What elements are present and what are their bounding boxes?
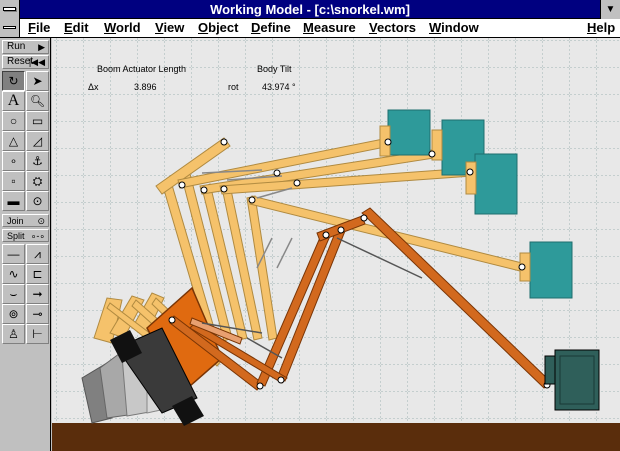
actuator-meter-title[interactable]: Boom Actuator Length: [97, 64, 186, 74]
text-tool[interactable]: A: [2, 91, 25, 111]
actuator-tool[interactable]: ⊏: [26, 264, 49, 284]
ground: [52, 423, 620, 451]
pointer-tool[interactable]: ➤: [26, 71, 49, 91]
circle-tool[interactable]: ○: [2, 111, 25, 131]
menu-define[interactable]: Define: [251, 19, 291, 37]
actuator-icon: ⊏: [32, 267, 43, 281]
anchor-icon: ⚓︎: [32, 154, 43, 168]
menu-view[interactable]: View: [155, 19, 184, 37]
menu-vectors[interactable]: Vectors: [369, 19, 416, 37]
run-button[interactable]: Run ▶: [2, 40, 49, 54]
down-arrow-icon: ▼: [605, 4, 616, 15]
motor-icon: ⊚: [8, 307, 19, 321]
menu-help[interactable]: Help: [587, 19, 615, 37]
force-tool[interactable]: ➞: [26, 284, 49, 304]
join-icon: ⊙: [37, 216, 45, 226]
tilt-meter-value: 43.974 °: [262, 82, 296, 92]
actuator-meter-axis: Δx: [88, 82, 99, 92]
menu-window[interactable]: Window: [429, 19, 479, 37]
menu-edit[interactable]: Edit: [64, 19, 89, 37]
point-tool[interactable]: ∘: [2, 151, 25, 171]
curved-body-tool[interactable]: ◿: [26, 131, 49, 151]
square-point-tool[interactable]: ▫: [2, 171, 25, 191]
rectangle-icon: ▭: [31, 114, 44, 128]
force-arrow-icon: ➞: [32, 287, 43, 301]
gear-anchor-tool[interactable]: ⛭: [26, 171, 49, 191]
point-icon: ∘: [9, 154, 18, 168]
rewind-icon: |◀◀: [28, 57, 45, 67]
curved-slot-tool-icon: ⌣: [9, 287, 18, 301]
system-menu-icon: [3, 7, 16, 11]
torque-tool[interactable]: ⊸: [26, 304, 49, 324]
curved-slot-icon: ◿: [32, 134, 43, 148]
person-tool[interactable]: ♙: [2, 324, 25, 344]
window-title: Working Model - [c:\snorkel.wm]: [210, 2, 410, 17]
damper-tool[interactable]: ∿: [2, 264, 25, 284]
title-bar: Working Model - [c:\snorkel.wm] ▼: [0, 0, 620, 19]
spring-tool[interactable]: ⩘: [26, 244, 49, 264]
spring-icon: ⩘: [34, 247, 41, 261]
polygon-icon: △: [8, 134, 19, 148]
text-tool-icon: A: [7, 92, 20, 109]
simulation-canvas[interactable]: Boom Actuator Length Δx 3.896 Body Tilt …: [52, 38, 620, 451]
simulation-workspace[interactable]: Boom Actuator Length Δx 3.896 Body Tilt …: [52, 38, 620, 451]
person-icon: ♙: [8, 327, 19, 341]
square-point-icon: ▫: [11, 174, 16, 188]
rod-tool[interactable]: —: [2, 244, 25, 264]
rope-tool[interactable]: ▬: [2, 191, 25, 211]
separator-icon: ⊢: [32, 327, 43, 341]
run-label: Run: [7, 41, 26, 52]
document-menu-icon: [3, 26, 16, 29]
rectangle-tool[interactable]: ▭: [26, 111, 49, 131]
reset-button[interactable]: Reset |◀◀: [2, 55, 49, 69]
actuator-meter-value: 3.896: [134, 82, 157, 92]
menu-measure[interactable]: Measure: [303, 19, 356, 37]
menu-world[interactable]: World: [104, 19, 141, 37]
slot-tool[interactable]: ⌣: [2, 284, 25, 304]
system-menu-button[interactable]: [0, 0, 20, 19]
polygon-tool[interactable]: △: [2, 131, 25, 151]
zoom-tool[interactable]: 🔍︎: [26, 91, 49, 111]
rotate-icon: ↻: [8, 74, 19, 88]
document-system-menu[interactable]: [0, 19, 20, 37]
damper-icon: ∿: [8, 267, 19, 281]
menu-file[interactable]: File: [28, 19, 50, 37]
rotate-tool[interactable]: ↻: [2, 71, 25, 91]
anchor-tool[interactable]: ⚓︎: [26, 151, 49, 171]
torque-icon: ⊸: [32, 307, 43, 321]
minimize-button[interactable]: ▼: [600, 0, 620, 19]
split-button[interactable]: Split ∘-∘: [2, 229, 49, 242]
menu-bar: File Edit World View Object Define Measu…: [0, 19, 620, 38]
tilt-meter-title[interactable]: Body Tilt: [257, 64, 292, 74]
join-label: Join: [7, 216, 24, 226]
motor-tool[interactable]: ⊚: [2, 304, 25, 324]
join-button[interactable]: Join ⊙: [2, 214, 49, 227]
menu-object[interactable]: Object: [198, 19, 238, 37]
pointer-arrow-icon: ➤: [32, 74, 43, 88]
play-icon: ▶: [38, 42, 45, 52]
split-icon: ∘-∘: [30, 231, 45, 241]
split-label: Split: [7, 231, 25, 241]
separator-tool[interactable]: ⊢: [26, 324, 49, 344]
rod-icon: —: [7, 247, 20, 261]
zoom-icon: 🔍︎: [29, 94, 46, 108]
pulley-tool[interactable]: ⊙: [26, 191, 49, 211]
gear-anchor-icon: ⛭: [32, 174, 43, 188]
tool-palette: Run ▶ Reset |◀◀ ↻ ➤ A 🔍︎ ○ ▭ △ ◿ ∘ ⚓︎ ▫ ⛭ …: [0, 38, 51, 451]
circle-icon: ○: [9, 114, 18, 128]
pulley-icon: ⊙: [32, 194, 43, 208]
rope-icon: ▬: [7, 194, 20, 208]
tilt-meter-axis: rot: [228, 82, 239, 92]
